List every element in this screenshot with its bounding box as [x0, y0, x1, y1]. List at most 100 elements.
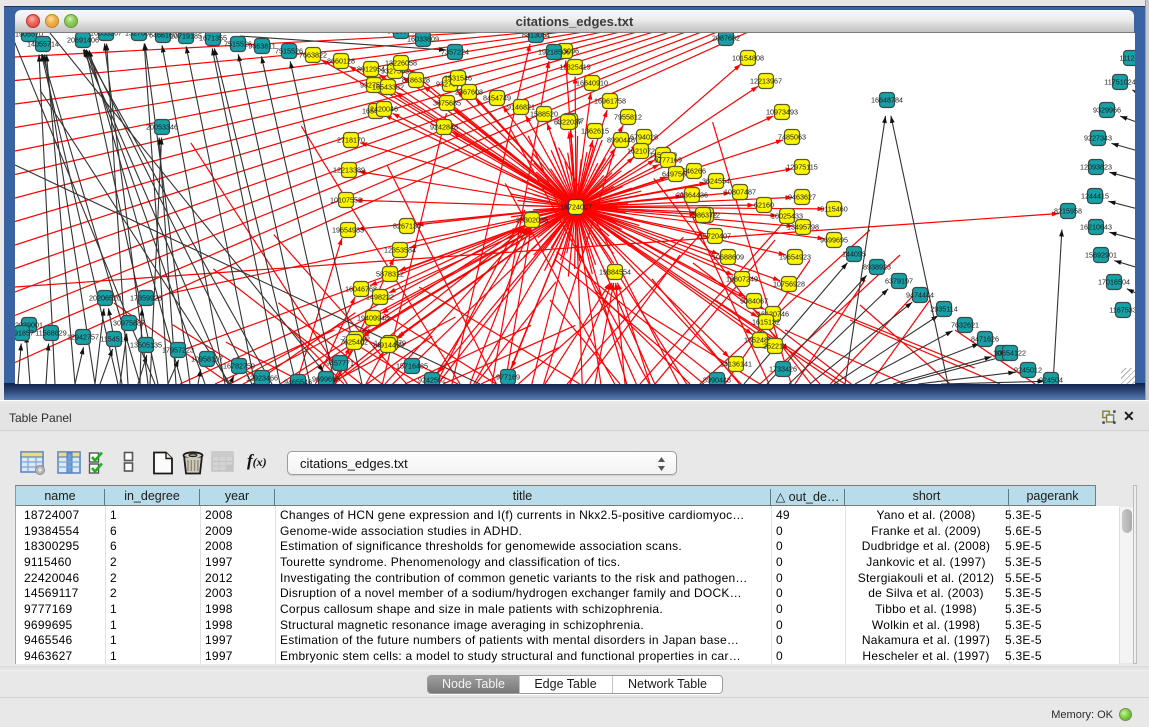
svg-text:7663822: 7663822	[299, 51, 327, 60]
svg-text:15720407: 15720407	[699, 232, 731, 241]
svg-text:20053346: 20053346	[146, 123, 178, 132]
svg-text:11325419: 11325419	[559, 63, 590, 72]
svg-text:1531546: 1531546	[444, 74, 472, 83]
svg-text:12923466: 12923466	[246, 374, 278, 383]
svg-text:1498222: 1498222	[366, 293, 394, 302]
svg-text:9227343: 9227343	[1084, 134, 1112, 143]
svg-text:2935114: 2935114	[930, 305, 957, 314]
svg-text:10653267: 10653267	[90, 33, 122, 38]
svg-text:12093823: 12093823	[1080, 163, 1112, 172]
svg-text:16782759: 16782759	[223, 362, 255, 371]
svg-text:9463627: 9463627	[788, 193, 816, 202]
svg-text:10807487: 10807487	[724, 188, 756, 197]
svg-text:62160: 62160	[754, 201, 774, 210]
svg-text:252214: 252214	[763, 342, 787, 351]
svg-text:20206520: 20206520	[89, 294, 121, 303]
svg-text:977169: 977169	[496, 373, 520, 382]
svg-text:7515526: 7515526	[275, 47, 303, 56]
svg-text:7986372: 7986372	[689, 211, 717, 220]
svg-text:1362615: 1362615	[581, 127, 609, 136]
svg-text:15692901: 15692901	[1085, 251, 1117, 260]
svg-text:8990448: 8990448	[703, 376, 731, 384]
svg-text:7485063: 7485063	[778, 133, 806, 142]
svg-text:9457771: 9457771	[326, 359, 354, 368]
svg-text:9245012: 9245012	[1014, 366, 1042, 375]
svg-text:19654923: 19654923	[779, 253, 811, 262]
svg-text:7625402: 7625402	[340, 338, 368, 347]
svg-text:12942757: 12942757	[67, 333, 99, 342]
svg-text:16033809: 16033809	[407, 35, 439, 44]
svg-text:2867608: 2867608	[455, 88, 483, 97]
svg-text:8186328: 8186328	[402, 76, 430, 85]
svg-text:10107552: 10107552	[330, 196, 362, 205]
svg-text:1154519: 1154519	[100, 335, 127, 344]
svg-text:19409948: 19409948	[357, 314, 389, 323]
svg-text:9115460: 9115460	[820, 205, 847, 214]
svg-text:8813054: 8813054	[522, 33, 550, 40]
svg-text:6794028: 6794028	[630, 133, 658, 142]
svg-text:8267130: 8267130	[393, 222, 421, 231]
svg-text:2087682: 2087682	[712, 34, 740, 43]
svg-text:16543382: 16543382	[372, 83, 404, 92]
svg-text:17957223: 17957223	[162, 346, 194, 355]
svg-text:1671355: 1671355	[199, 34, 227, 43]
svg-text:8938923: 8938923	[863, 263, 891, 272]
svg-text:12213967: 12213967	[750, 77, 782, 86]
svg-text:5878312: 5878312	[376, 270, 404, 279]
svg-text:9084067: 9084067	[740, 297, 768, 306]
svg-text:9242848: 9242848	[430, 123, 458, 132]
svg-text:9663811: 9663811	[248, 42, 275, 51]
svg-text:9329966: 9329966	[1093, 106, 1121, 115]
svg-text:12975115: 12975115	[786, 163, 817, 172]
svg-text:1244415: 1244415	[1081, 192, 1109, 201]
svg-text:10973493: 10973493	[766, 108, 798, 117]
svg-text:8471626: 8471626	[971, 335, 999, 344]
svg-text:10958107: 10958107	[191, 355, 223, 364]
svg-text:19654983: 19654983	[332, 226, 364, 235]
svg-text:18807249: 18807249	[726, 275, 758, 284]
svg-text:14914479: 14914479	[372, 341, 404, 350]
svg-text:16648784: 16648784	[871, 96, 903, 105]
svg-text:746266: 746266	[682, 167, 706, 176]
svg-text:11568629: 11568629	[35, 329, 66, 338]
svg-text:9777169: 9777169	[654, 156, 682, 165]
svg-text:7955812: 7955812	[614, 113, 642, 122]
svg-text:9699695: 9699695	[312, 375, 340, 384]
svg-text:2718170: 2718170	[337, 136, 365, 145]
svg-text:11751024: 11751024	[1104, 78, 1135, 87]
svg-text:10688609: 10688609	[712, 253, 744, 262]
svg-text:20364436: 20364436	[676, 191, 708, 200]
svg-text:16640910: 16640910	[576, 79, 608, 88]
svg-text:391857: 391857	[15, 329, 34, 338]
svg-text:7632621: 7632621	[951, 321, 979, 330]
svg-text:8215958: 8215958	[1054, 207, 1082, 216]
svg-text:14055714: 14055714	[27, 40, 59, 49]
svg-text:9474444: 9474444	[906, 291, 934, 300]
svg-text:10154808: 10154808	[732, 54, 764, 63]
svg-text:2420046: 2420046	[370, 105, 398, 114]
svg-text:13495798: 13495798	[787, 223, 819, 232]
svg-text:8454749: 8454749	[483, 94, 511, 103]
svg-text:3875685: 3875685	[433, 99, 461, 108]
svg-text:19384554: 19384554	[599, 268, 631, 277]
svg-text:25302035: 25302035	[516, 216, 548, 225]
svg-text:3624554: 3624554	[702, 177, 730, 186]
svg-text:144095: 144095	[842, 250, 866, 259]
svg-text:14136141: 14136141	[720, 360, 752, 369]
svg-text:9242502: 9242502	[418, 376, 446, 384]
svg-text:9465546: 9465546	[284, 378, 312, 384]
svg-text:1167533: 1167533	[1109, 306, 1135, 315]
svg-text:6322037: 6322037	[554, 118, 582, 127]
svg-text:10719185: 10719185	[170, 33, 202, 41]
svg-text:16961758: 16961758	[594, 97, 626, 106]
svg-text:13505135: 13505135	[130, 341, 162, 350]
svg-text:18724007: 18724007	[560, 203, 592, 212]
svg-text:17016504: 17016504	[1098, 278, 1130, 287]
svg-text:7357224: 7357224	[441, 48, 469, 57]
svg-text:12353584: 12353584	[384, 246, 416, 255]
svg-text:13226058: 13226058	[385, 59, 417, 68]
svg-text:12213389: 12213389	[333, 166, 365, 175]
svg-text:17359928: 17359928	[130, 294, 162, 303]
svg-text:10756928: 10756928	[773, 280, 805, 289]
svg-text:8660128: 8660128	[327, 57, 355, 66]
